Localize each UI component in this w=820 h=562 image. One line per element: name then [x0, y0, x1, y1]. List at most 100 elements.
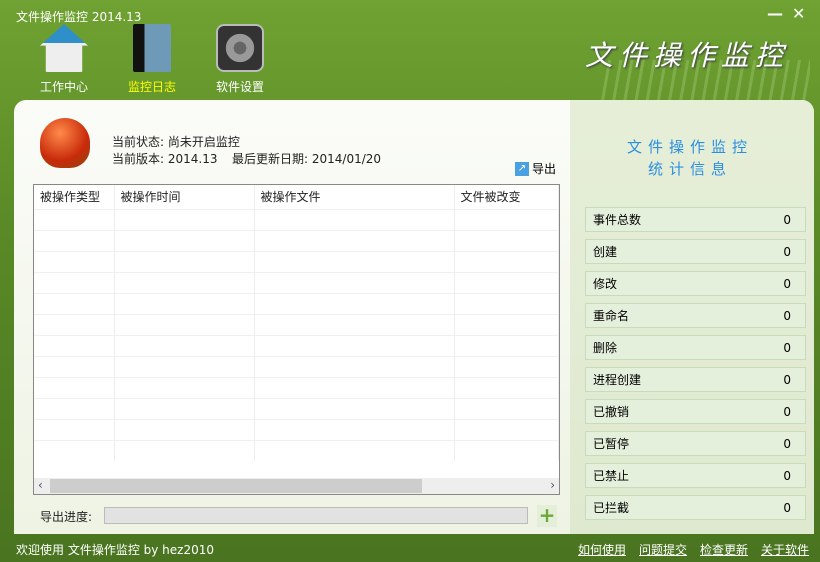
table-row[interactable]	[34, 271, 559, 293]
table-row[interactable]	[34, 355, 559, 377]
stat-row: 事件总数 0	[585, 207, 806, 232]
table-cell	[254, 292, 455, 314]
log-table[interactable]: 被操作类型 被操作时间 被操作文件 文件被改变	[33, 184, 560, 495]
table-cell	[454, 397, 559, 419]
table-cell	[114, 271, 255, 293]
link-submit-issue[interactable]: 问题提交	[639, 541, 687, 558]
table-cell	[34, 229, 115, 251]
table-cell	[454, 292, 559, 314]
mushroom-icon	[40, 118, 90, 168]
window-title: 文件操作监控 2014.13	[16, 10, 142, 24]
stat-label: 已禁止	[593, 469, 630, 483]
nav-label: 软件设置	[215, 80, 264, 94]
table-row[interactable]	[34, 292, 559, 314]
table-cell	[254, 397, 455, 419]
nav-label: 监控日志	[127, 80, 176, 94]
table-row[interactable]	[34, 397, 559, 419]
stat-row: 已撤销 0	[585, 399, 806, 424]
stat-label: 修改	[593, 277, 618, 291]
table-cell	[254, 418, 455, 440]
stats-title: 文件操作监控	[626, 138, 753, 156]
table-row[interactable]	[34, 334, 559, 356]
table-cell	[114, 397, 255, 419]
link-check-update[interactable]: 检查更新	[700, 541, 748, 558]
stat-label: 已暂停	[593, 437, 630, 451]
table-row[interactable]	[34, 376, 559, 398]
status-value: 尚未开启监控	[167, 135, 240, 149]
table-cell	[114, 355, 255, 377]
table-row[interactable]	[34, 313, 559, 335]
table-cell	[34, 271, 115, 293]
table-row[interactable]	[34, 208, 559, 230]
table-cell	[454, 313, 559, 335]
table-cell	[454, 439, 559, 461]
stat-value: 0	[783, 308, 791, 323]
table-row[interactable]	[34, 229, 559, 251]
table-cell	[254, 229, 455, 251]
table-cell	[454, 271, 559, 293]
nav-settings[interactable]: 软件设置	[205, 24, 275, 95]
stat-row: 已暂停 0	[585, 431, 806, 456]
footer-welcome: 欢迎使用 文件操作监控 by hez2010	[16, 543, 214, 557]
table-cell	[114, 334, 255, 356]
minimize-button[interactable]: —	[767, 4, 783, 23]
stat-row: 创建 0	[585, 239, 806, 264]
table-cell	[454, 208, 559, 230]
horizontal-scrollbar[interactable]: ‹ ›	[34, 478, 559, 494]
table-cell	[34, 397, 115, 419]
scroll-left-arrow[interactable]: ‹	[38, 478, 43, 492]
table-row[interactable]	[34, 439, 559, 461]
column-header-file[interactable]: 被操作文件	[254, 185, 455, 209]
update-value: 2014/01/20	[311, 152, 382, 166]
stat-value: 0	[783, 276, 791, 291]
table-cell	[454, 355, 559, 377]
stat-value: 0	[783, 244, 791, 259]
export-icon: ↗	[515, 161, 529, 176]
table-cell	[34, 334, 115, 356]
status-label: 当前状态:	[112, 135, 165, 149]
table-cell	[34, 313, 115, 335]
table-cell	[254, 271, 455, 293]
scroll-right-arrow[interactable]: ›	[550, 478, 555, 492]
add-button[interactable]: +	[537, 505, 557, 527]
brand-logo: 文件操作监控	[585, 39, 790, 72]
link-about[interactable]: 关于软件	[761, 541, 809, 558]
stat-label: 创建	[593, 245, 618, 259]
table-cell	[34, 376, 115, 398]
table-cell	[114, 418, 255, 440]
column-header-time[interactable]: 被操作时间	[114, 185, 255, 209]
export-label: 导出	[532, 162, 557, 176]
table-cell	[254, 313, 455, 335]
stat-label: 已撤销	[593, 405, 630, 419]
table-cell	[34, 208, 115, 230]
table-cell	[254, 355, 455, 377]
stat-value: 0	[783, 404, 791, 419]
table-cell	[454, 229, 559, 251]
link-how-to-use[interactable]: 如何使用	[578, 541, 626, 558]
plus-icon: +	[538, 503, 556, 527]
table-cell	[114, 229, 255, 251]
table-cell	[34, 439, 115, 461]
table-cell	[254, 376, 455, 398]
stat-row: 已禁止 0	[585, 463, 806, 488]
stat-value: 0	[783, 372, 791, 387]
stat-value: 0	[783, 436, 791, 451]
table-cell	[114, 250, 255, 272]
progress-label: 导出进度:	[40, 510, 93, 524]
scrollbar-thumb[interactable]	[50, 479, 422, 493]
close-button[interactable]: ✕	[792, 4, 805, 23]
stat-label: 重命名	[593, 309, 630, 323]
export-button[interactable]: ↗ 导出	[515, 160, 556, 177]
home-icon	[40, 24, 88, 72]
table-row[interactable]	[34, 418, 559, 440]
column-header-changed[interactable]: 文件被改变	[454, 185, 559, 209]
version-value: 2014.13	[167, 152, 218, 166]
table-row[interactable]	[34, 250, 559, 272]
stats-subtitle: 统计信息	[647, 160, 732, 178]
nav-work-center[interactable]: 工作中心	[29, 24, 99, 95]
status-line: 当前状态: 尚未开启监控	[112, 133, 240, 150]
table-cell	[114, 313, 255, 335]
table-cell	[34, 418, 115, 440]
nav-monitor-log[interactable]: 监控日志	[117, 24, 187, 95]
column-header-type[interactable]: 被操作类型	[34, 185, 115, 209]
